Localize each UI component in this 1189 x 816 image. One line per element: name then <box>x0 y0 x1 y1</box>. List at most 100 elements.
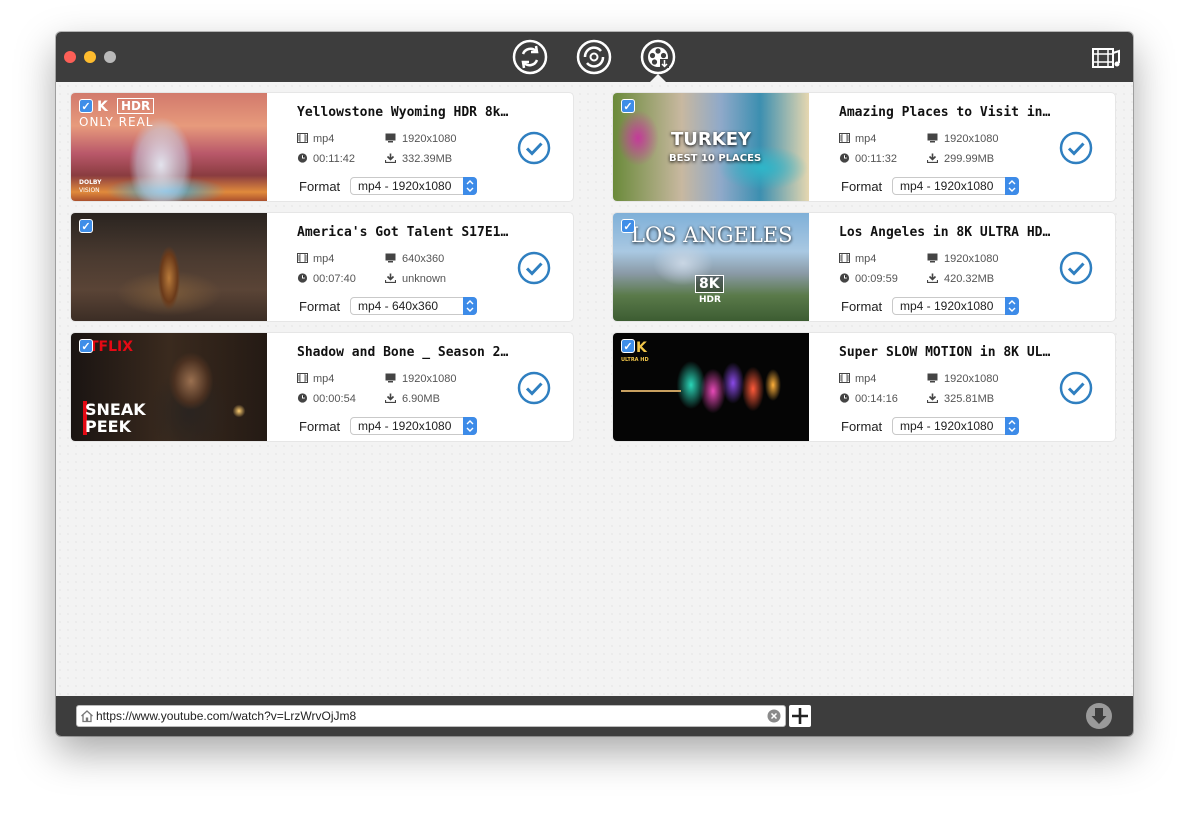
add-url-button[interactable] <box>789 705 811 727</box>
resolution-info: 1920x1080 <box>927 133 998 145</box>
badge-text: ULTRA HD <box>621 357 649 363</box>
resolution-value: 1920x1080 <box>944 133 999 145</box>
select-checkbox[interactable]: ✓ <box>621 339 635 353</box>
container-value: mp4 <box>313 253 335 265</box>
format-select[interactable]: mp4 - 640x360 <box>350 297 477 315</box>
format-select[interactable]: mp4 - 1920x1080 <box>350 177 477 195</box>
active-mode-pointer <box>650 74 666 82</box>
film-icon <box>839 253 850 263</box>
container-info: mp4 <box>839 253 876 265</box>
film-music-icon <box>1092 48 1120 68</box>
duration-value: 00:11:32 <box>855 153 898 165</box>
badge-text: TURKEY <box>671 129 752 150</box>
size-value: 332.39MB <box>402 153 453 165</box>
clock-icon <box>297 153 308 163</box>
format-label: Format <box>841 299 883 314</box>
completed-check-icon[interactable] <box>517 131 551 165</box>
select-checkbox[interactable]: ✓ <box>79 219 93 233</box>
download-all-button[interactable] <box>1085 702 1113 730</box>
size-value: 299.99MB <box>944 153 995 165</box>
container-value: mp4 <box>313 373 335 385</box>
format-label: Format <box>841 179 883 194</box>
container-info: mp4 <box>297 253 334 265</box>
video-download-mode-button[interactable] <box>640 39 676 75</box>
badge-text: 8K <box>695 275 724 293</box>
select-checkbox[interactable]: ✓ <box>621 99 635 113</box>
video-card: K ULTRA HD ✓ Super SLOW MOTION in 8K UL…… <box>612 332 1116 442</box>
monitor-icon <box>385 253 397 263</box>
resolution-value: 1920x1080 <box>402 133 457 145</box>
clock-icon <box>839 393 850 403</box>
format-select[interactable]: mp4 - 1920x1080 <box>892 297 1019 315</box>
completed-check-icon[interactable] <box>1059 251 1093 285</box>
close-window-button[interactable] <box>64 51 76 63</box>
video-title: Yellowstone Wyoming HDR 8k… <box>297 105 509 120</box>
url-bar <box>76 705 786 727</box>
media-library-button[interactable] <box>1091 45 1121 71</box>
video-thumbnail: LOS ANGELES 8K HDR ✓ <box>613 213 809 321</box>
badge-text: K <box>97 99 108 115</box>
completed-check-icon[interactable] <box>517 251 551 285</box>
badge-text: LOS ANGELES <box>631 223 793 247</box>
resolution-info: 1920x1080 <box>927 373 998 385</box>
duration-info: 00:09:59 <box>839 273 898 285</box>
clock-icon <box>297 393 308 403</box>
format-label: Format <box>299 419 341 434</box>
film-icon <box>297 373 308 383</box>
video-thumbnail: TURKEY BEST 10 PLACES ✓ <box>613 93 809 201</box>
resolution-value: 1920x1080 <box>402 373 457 385</box>
clock-icon <box>839 153 850 163</box>
sync-mode-button[interactable] <box>576 39 612 75</box>
minimize-window-button[interactable] <box>84 51 96 63</box>
video-card: ✓ America's Got Talent S17E1… mp4 640x36… <box>70 212 574 322</box>
format-select[interactable]: mp4 - 1920x1080 <box>892 417 1019 435</box>
format-value: mp4 - 640x360 <box>358 299 439 313</box>
chevron-updown-icon <box>463 297 477 315</box>
completed-check-icon[interactable] <box>517 371 551 405</box>
chevron-updown-icon <box>463 417 477 435</box>
duration-info: 00:11:42 <box>297 153 355 165</box>
duration-info: 00:14:16 <box>839 393 898 405</box>
video-card: TFLIX SNEAK PEEK ✓ Shadow and Bone _ Sea… <box>70 332 574 442</box>
download-icon <box>927 273 939 283</box>
download-icon <box>927 393 939 403</box>
film-icon <box>839 133 850 143</box>
completed-check-icon[interactable] <box>1059 371 1093 405</box>
video-thumbnail: K HDR ONLY REAL DOLBY VISION ✓ <box>71 93 267 201</box>
download-arrow-icon <box>1086 703 1112 729</box>
film-icon <box>297 253 308 263</box>
video-title: Super SLOW MOTION in 8K UL… <box>839 345 1051 360</box>
convert-mode-button[interactable] <box>512 39 548 75</box>
completed-check-icon[interactable] <box>1059 131 1093 165</box>
select-checkbox[interactable]: ✓ <box>79 99 93 113</box>
format-label: Format <box>841 419 883 434</box>
format-select[interactable]: mp4 - 1920x1080 <box>350 417 477 435</box>
bottom-toolbar <box>56 696 1133 736</box>
select-checkbox[interactable]: ✓ <box>79 339 93 353</box>
download-icon <box>927 153 939 163</box>
select-checkbox[interactable]: ✓ <box>621 219 635 233</box>
zoom-window-button[interactable] <box>104 51 116 63</box>
url-input[interactable] <box>96 707 756 725</box>
video-download-icon <box>640 39 676 75</box>
size-info: 6.90MB <box>385 393 440 405</box>
clear-url-icon[interactable] <box>767 709 781 723</box>
format-select[interactable]: mp4 - 1920x1080 <box>892 177 1019 195</box>
video-title: Shadow and Bone _ Season 2… <box>297 345 509 360</box>
resolution-info: 640x360 <box>385 253 444 265</box>
monitor-icon <box>927 253 939 263</box>
home-icon[interactable] <box>80 709 94 723</box>
chevron-updown-icon <box>1005 177 1019 195</box>
size-value: unknown <box>402 273 447 285</box>
container-info: mp4 <box>297 373 334 385</box>
video-card: K HDR ONLY REAL DOLBY VISION ✓ Yellowsto… <box>70 92 574 202</box>
container-value: mp4 <box>855 253 877 265</box>
badge-text: K <box>636 340 647 356</box>
badge-text: BEST 10 PLACES <box>669 153 762 164</box>
monitor-icon <box>927 133 939 143</box>
resolution-value: 640x360 <box>402 253 445 265</box>
duration-value: 00:00:54 <box>313 393 356 405</box>
duration-info: 00:11:32 <box>839 153 897 165</box>
chevron-updown-icon <box>1005 417 1019 435</box>
format-value: mp4 - 1920x1080 <box>900 179 994 193</box>
